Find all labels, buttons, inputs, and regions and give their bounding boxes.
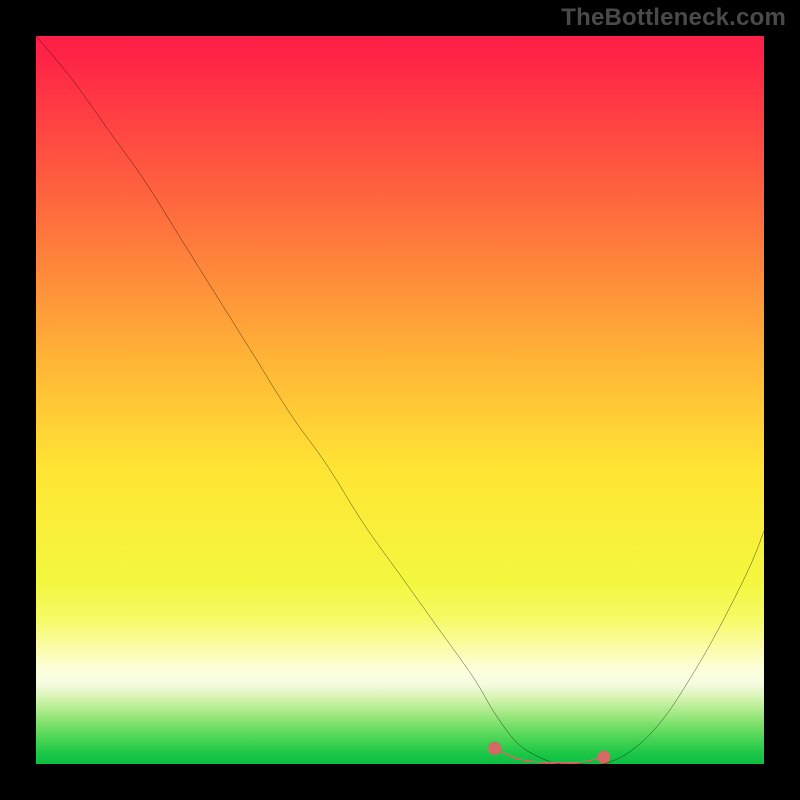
plot-area	[36, 36, 764, 764]
optimal-range-highlight	[36, 36, 764, 764]
chart-frame: TheBottleneck.com	[0, 0, 800, 800]
watermark-text: TheBottleneck.com	[561, 4, 786, 32]
